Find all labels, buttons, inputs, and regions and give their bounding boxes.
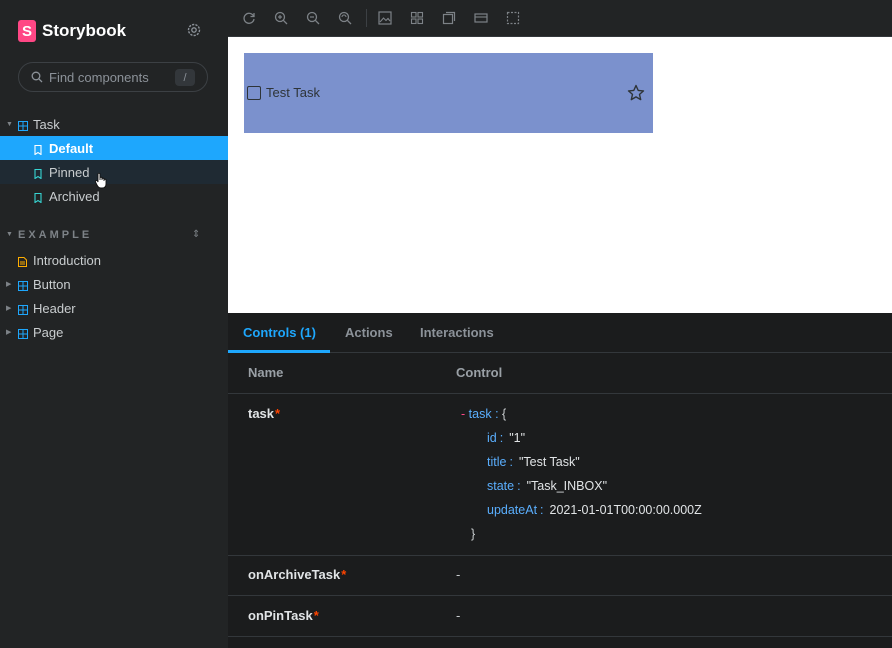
arg-name-on-archive-task: onArchiveTask* — [248, 567, 347, 582]
sidebar-item-label: Default — [49, 140, 94, 156]
preview-toolbar — [228, 0, 892, 37]
expand-collapse-icon[interactable]: ⇕ — [192, 229, 200, 240]
measure-icon[interactable] — [473, 10, 489, 26]
arg-name-on-pin-task: onPinTask* — [248, 608, 319, 623]
component-icon — [18, 119, 28, 131]
zoom-reset-icon[interactable] — [337, 10, 353, 26]
sidebar-item-label: Button — [33, 276, 71, 292]
sidebar-item-button[interactable]: ▶ Button — [0, 272, 228, 296]
search-shortcut-badge: / — [175, 69, 195, 86]
sidebar-item-header[interactable]: ▶ Header — [0, 296, 228, 320]
task-title[interactable]: Test Task — [266, 85, 320, 100]
task-checkbox[interactable] — [247, 86, 261, 100]
control-value: - — [456, 567, 461, 582]
sidebar-item-label: Header — [33, 300, 76, 316]
control-value: - — [456, 608, 461, 623]
tab-interactions[interactable]: Interactions — [420, 325, 494, 340]
object-field[interactable]: updateAt:2021-01-01T00:00:00.000Z — [487, 503, 702, 517]
chevron-right-icon: ▶ — [6, 281, 12, 288]
object-control-task[interactable]: - task : { — [461, 407, 506, 421]
component-icon — [18, 303, 28, 315]
object-field[interactable]: title: "Test Task" — [487, 455, 580, 469]
viewport-icon[interactable] — [441, 10, 457, 26]
sidebar-item-label: Introduction — [33, 252, 101, 268]
row-divider — [228, 555, 892, 556]
component-icon — [18, 279, 28, 291]
row-divider — [228, 636, 892, 637]
preview-canvas: Test Task — [228, 37, 892, 313]
sidebar-item-label: Task — [33, 116, 60, 132]
sidebar-item-label: Pinned — [49, 164, 90, 180]
object-field[interactable]: state: "Task_INBOX" — [487, 479, 607, 493]
bookmark-icon — [34, 167, 44, 180]
bookmark-icon — [34, 191, 44, 204]
addons-panel: Controls (1) Actions Interactions Name C… — [228, 313, 892, 648]
tab-controls[interactable]: Controls (1) — [243, 325, 316, 340]
toolbar-separator — [366, 9, 367, 27]
reload-icon[interactable] — [241, 10, 257, 26]
component-icon — [18, 327, 28, 339]
object-key: task — [468, 407, 492, 421]
sidebar-item-introduction[interactable]: Introduction — [0, 248, 228, 272]
grid-icon[interactable] — [409, 10, 425, 26]
search-box[interactable]: / — [18, 62, 208, 92]
zoom-out-icon[interactable] — [305, 10, 321, 26]
storybook-logo-icon: S — [18, 20, 36, 42]
section-title-example[interactable]: EXAMPLE — [18, 229, 92, 241]
sidebar-item-task[interactable]: ▼ Task — [0, 112, 228, 136]
sidebar-item-default[interactable]: Default — [0, 136, 228, 160]
column-header-name: Name — [248, 365, 284, 380]
task-item: Test Task — [244, 53, 653, 133]
document-icon — [18, 255, 28, 267]
row-divider — [228, 595, 892, 596]
background-icon[interactable] — [377, 10, 393, 26]
collapse-toggle[interactable]: - — [461, 407, 465, 421]
active-tab-indicator — [228, 350, 330, 353]
row-divider — [228, 393, 892, 394]
search-input[interactable] — [49, 69, 169, 85]
required-asterisk: * — [275, 406, 281, 421]
brand-name: Storybook — [42, 21, 127, 40]
tab-actions[interactable]: Actions — [345, 325, 393, 340]
chevron-right-icon: ▶ — [6, 329, 12, 336]
bookmark-icon — [34, 143, 44, 156]
column-header-control: Control — [456, 365, 503, 380]
sidebar-item-label: Page — [33, 324, 64, 340]
search-icon — [31, 71, 43, 83]
outline-icon[interactable] — [505, 10, 521, 26]
sidebar-item-archived[interactable]: Archived — [0, 184, 228, 208]
object-field[interactable]: id: "1" — [487, 431, 525, 445]
arg-name-task: task* — [248, 406, 281, 421]
required-asterisk: * — [313, 608, 319, 623]
object-close-brace: } — [471, 527, 476, 541]
required-asterisk: * — [341, 567, 347, 582]
sidebar-item-label: Archived — [49, 188, 100, 204]
sidebar-item-page[interactable]: ▶ Page — [0, 320, 228, 344]
chevron-down-icon[interactable]: ▼ — [6, 231, 13, 238]
chevron-down-icon: ▼ — [6, 120, 13, 128]
addons-tabbar: Controls (1) Actions Interactions — [228, 313, 892, 353]
pin-star-icon[interactable] — [627, 84, 645, 102]
settings-gear-icon[interactable] — [186, 22, 202, 38]
sidebar-item-pinned[interactable]: Pinned — [0, 160, 228, 189]
brand[interactable]: S Storybook — [18, 20, 126, 42]
sidebar: S Storybook / ▼ Task Default Pinned Arch… — [0, 0, 228, 648]
zoom-in-icon[interactable] — [273, 10, 289, 26]
chevron-right-icon: ▶ — [6, 305, 12, 312]
